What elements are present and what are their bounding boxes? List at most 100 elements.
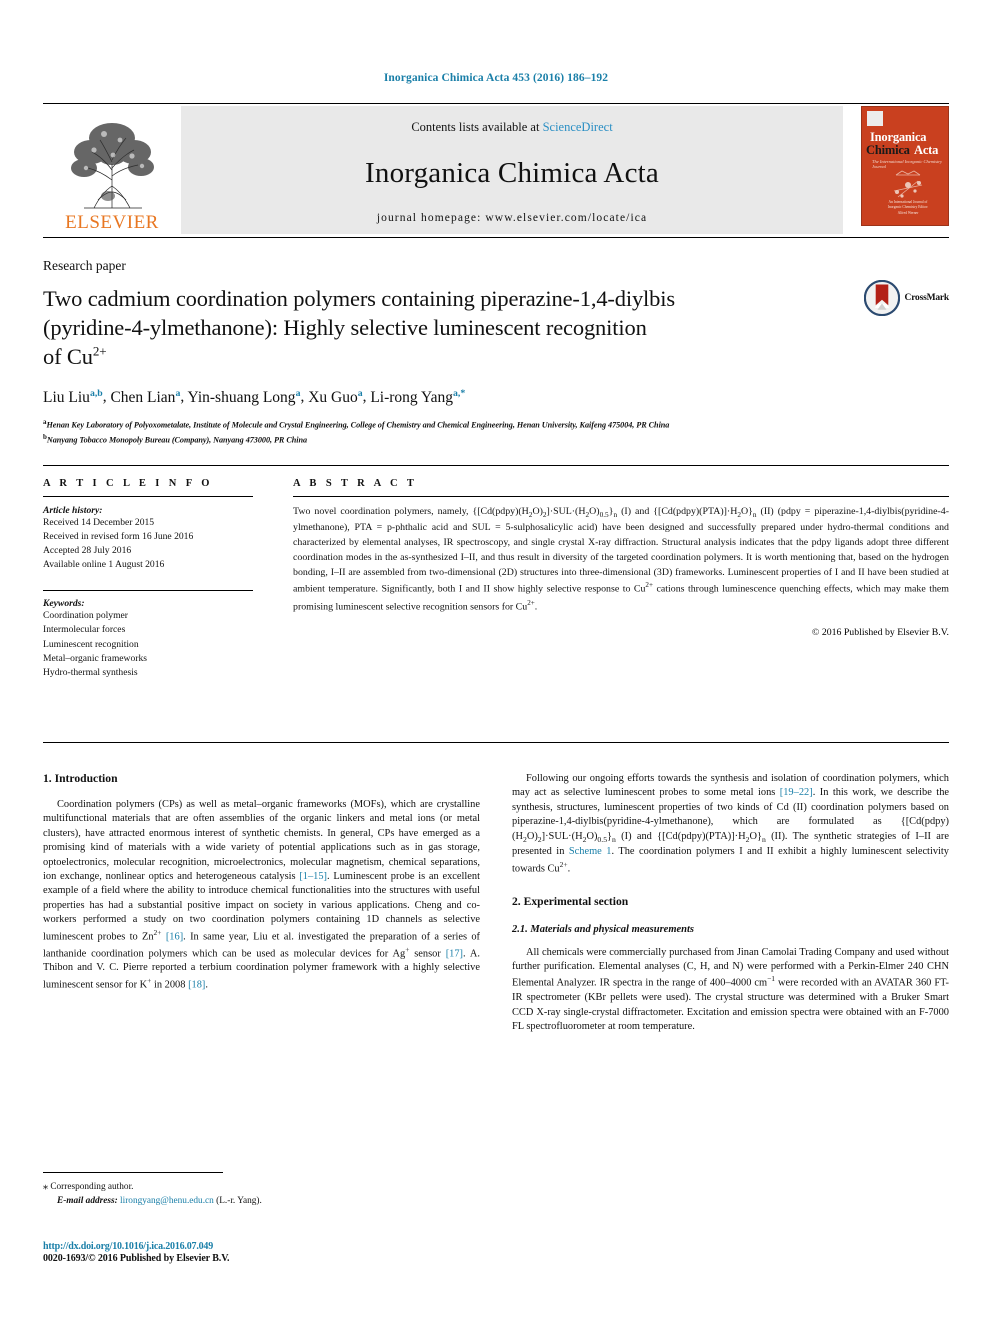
article-history-label: Article history:: [43, 505, 103, 516]
journal-cover[interactable]: Inorganica Chimica Acta The Internationa…: [853, 106, 949, 234]
crossmark-label: CrossMark: [904, 293, 950, 303]
section-heading-experimental: 2. Experimental section: [512, 894, 629, 908]
cover-line3: Acta: [914, 143, 939, 157]
citation-link[interactable]: [16]: [166, 931, 183, 942]
abstract-frag: (II) (pdpy = piperazine-1,4-diylbis(pyri…: [293, 506, 950, 595]
article-type: Research paper: [43, 258, 126, 273]
cover-elsevier-mark-icon: [867, 111, 883, 126]
info-top-rule: [43, 465, 949, 466]
history-item: Received 14 December 2015: [43, 517, 155, 528]
keywords-block: Keywords: Coordination polymer Intermole…: [43, 590, 253, 679]
citation-link[interactable]: [17]: [446, 948, 463, 959]
author-name: Liu Liu: [43, 388, 90, 406]
email-note: E-mail address: lirongyang@henu.edu.cn (…: [43, 1195, 480, 1208]
para-frag: sensor: [409, 948, 446, 959]
author[interactable]: Chen Liana: [110, 387, 180, 405]
crossmark-badge[interactable]: CrossMark: [863, 280, 950, 316]
journal-title: Inorganica Chimica Acta: [365, 157, 659, 189]
title-line-3: of Cu: [43, 343, 93, 369]
history-item: Accepted 28 July 2016: [43, 545, 132, 557]
para-frag: ]·SUL·(H: [541, 830, 583, 842]
abstract-rule: [293, 496, 949, 497]
affiliation-b: bNanyang Tobacco Monopoly Bureau (Compan…: [43, 432, 949, 447]
para-frag: .: [205, 979, 208, 991]
subsection-heading-materials: 2.1. Materials and physical measurements: [512, 923, 695, 935]
author-affil-mark[interactable]: a: [175, 387, 180, 398]
author-affil-mark[interactable]: a,b: [90, 387, 103, 398]
keywords-label: Keywords:: [43, 598, 85, 610]
article-info-rule: [43, 496, 253, 497]
page-title: Two cadmium coordination polymers contai…: [43, 285, 813, 371]
article-page: Inorganica Chimica Acta 453 (2016) 186–1…: [0, 0, 992, 1323]
author[interactable]: Li-rong Yanga,*: [370, 387, 465, 405]
abstract-sup: 2+: [527, 598, 535, 607]
keywords-rule: [43, 590, 253, 592]
author[interactable]: Xu Guoa: [308, 387, 363, 405]
masthead-top-rule: [43, 103, 949, 104]
abstract-frag: Two novel coordination polymers, namely,…: [293, 506, 529, 517]
body-left-column: 1. Introduction Coordination polymers (C…: [43, 772, 480, 1035]
elsevier-tree-icon: [71, 123, 154, 209]
corresponding-author-note: ⁎ Corresponding author.: [43, 1180, 480, 1195]
article-info-column: A R T I C L E I N F O Article history: R…: [43, 478, 275, 680]
keyword-item[interactable]: Luminescent recognition: [43, 638, 253, 652]
cover-footer: An International Journal of Inorganic Ch…: [887, 199, 929, 215]
keyword-item[interactable]: Intermolecular forces: [43, 623, 253, 637]
abstract-frag: .: [534, 600, 538, 612]
abstract-heading: A B S T R A C T: [293, 478, 418, 489]
masthead-bottom-rule: [43, 237, 949, 238]
author-name: Yin-shuang Long: [187, 388, 296, 406]
abstract-frag: ]·SUL·(H: [546, 506, 586, 517]
corresponding-author-text: Corresponding author.: [50, 1182, 134, 1192]
affiliation-a: aHenan Key Laboratory of Polyoxometalate…: [43, 417, 949, 432]
abstract-sup: 2+: [645, 581, 653, 590]
abstract-frag: O): [532, 506, 543, 517]
article-history-list: Received 14 December 2015 Received in re…: [43, 516, 253, 572]
history-item: Available online 1 August 2016: [43, 559, 165, 571]
email-link[interactable]: lirongyang@henu.edu.cn: [120, 1196, 214, 1206]
citation-link[interactable]: [18]: [188, 979, 205, 990]
author[interactable]: Yin-shuang Longa: [187, 387, 301, 406]
keyword-item[interactable]: Hydro-thermal synthesis: [43, 666, 253, 680]
author-affil-mark[interactable]: a: [296, 387, 301, 398]
masthead-center: Contents lists available at ScienceDirec…: [181, 106, 843, 234]
para-frag: in 2008: [151, 979, 189, 991]
elsevier-logo[interactable]: ELSEVIER: [43, 106, 181, 234]
info-abstract-section: A R T I C L E I N F O Article history: R…: [43, 478, 949, 680]
para-sup: −1: [767, 974, 776, 984]
info-bottom-rule: [43, 742, 949, 743]
para-frag: (I) and {[Cd(pdpy)(PTA)]·H: [615, 830, 746, 842]
issn-copyright: 0020-1693/© 2016 Published by Elsevier B…: [43, 1253, 230, 1264]
cover-line2: Chimica: [866, 143, 910, 157]
scheme-link[interactable]: Scheme 1: [569, 846, 612, 857]
para-sup: 2+: [153, 927, 162, 937]
article-body: 1. Introduction Coordination polymers (C…: [43, 772, 949, 1035]
cover-subtitle: The International Inorganic Chemistry Jo…: [872, 159, 942, 169]
journal-homepage[interactable]: journal homepage: www.elsevier.com/locat…: [377, 212, 647, 224]
author-affil-mark[interactable]: a,*: [453, 387, 465, 398]
sciencedirect-link[interactable]: ScienceDirect: [543, 120, 613, 134]
corresponding-author-mark: ⁎: [43, 1181, 48, 1192]
title-superscript: 2+: [92, 343, 107, 359]
abstract-frag: O): [589, 506, 600, 517]
footnote-block: ⁎ Corresponding author. E-mail address: …: [43, 1180, 480, 1208]
citation-link[interactable]: [1–15]: [299, 871, 327, 882]
citation-link[interactable]: [19–22]: [780, 787, 813, 798]
email-suffix: (L.-r. Yang).: [216, 1195, 262, 1206]
author-list: Liu Liua,b, Chen Liana, Yin-shuang Longa…: [43, 387, 466, 406]
para-frag: O): [586, 830, 598, 842]
keyword-item[interactable]: Metal–organic frameworks: [43, 652, 253, 666]
journal-cover-image: Inorganica Chimica Acta The Internationa…: [861, 106, 949, 226]
journal-masthead: ELSEVIER Contents lists available at Sci…: [43, 106, 949, 234]
title-block: Research paper CrossMark Two cadmium coo…: [43, 258, 949, 448]
para-frag: O): [526, 830, 538, 842]
contents-prefix: Contents lists available at: [411, 120, 543, 134]
history-item: Received in revised form 16 June 2016: [43, 531, 194, 543]
keyword-item[interactable]: Coordination polymer: [43, 609, 253, 623]
author[interactable]: Liu Liua,b: [43, 387, 103, 406]
para-sub: 0.5: [597, 834, 608, 844]
elsevier-wordmark: ELSEVIER: [65, 212, 159, 233]
running-head: Inorganica Chimica Acta 453 (2016) 186–1…: [383, 72, 609, 84]
author-affil-mark[interactable]: a: [358, 387, 363, 398]
doi-link[interactable]: http://dx.doi.org/10.1016/j.ica.2016.07.…: [43, 1241, 480, 1252]
